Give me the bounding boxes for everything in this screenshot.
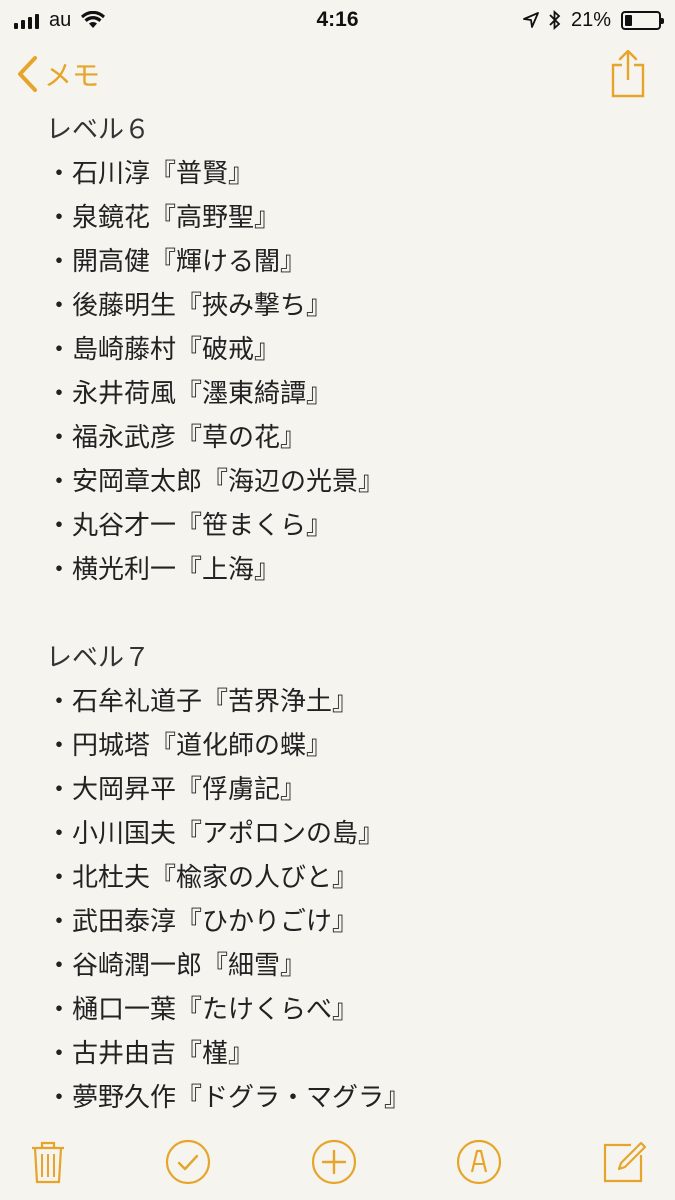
wifi-icon bbox=[81, 11, 106, 28]
list-item: ・後藤明生『挾み撃ち』 bbox=[46, 291, 333, 321]
list-item: ・泉鏡花『高野聖』 bbox=[46, 203, 281, 233]
carrier-label: au bbox=[49, 8, 72, 31]
checklist-button[interactable] bbox=[165, 1139, 211, 1185]
list-item: ・開高健『輝ける闇』 bbox=[46, 247, 307, 277]
checklist-icon bbox=[166, 1139, 211, 1185]
list-item: ・谷崎潤一郎『細雪』 bbox=[46, 951, 307, 981]
list-item: ・丸谷才一『笹まくら』 bbox=[46, 511, 333, 541]
section-heading: レベル７ bbox=[46, 643, 151, 673]
delete-button[interactable] bbox=[30, 1140, 66, 1184]
compose-button[interactable] bbox=[601, 1139, 647, 1185]
status-left: au bbox=[14, 8, 106, 32]
navigation-bar: メモ bbox=[0, 44, 675, 104]
list-item: ・夢野久作『ドグラ・マグラ』 bbox=[46, 1083, 411, 1113]
list-item: ・小川国夫『アポロンの島』 bbox=[46, 819, 385, 849]
compose-icon bbox=[603, 1141, 647, 1183]
battery-icon bbox=[621, 10, 664, 30]
list-item: ・安岡章太郎『海辺の光景』 bbox=[46, 467, 385, 497]
status-right: 21% bbox=[523, 8, 664, 32]
markup-icon bbox=[456, 1139, 501, 1185]
bottom-toolbar bbox=[0, 1132, 675, 1192]
location-arrow-icon bbox=[523, 12, 539, 28]
trash-icon bbox=[32, 1141, 64, 1184]
list-item: ・樋口一葉『たけくらべ』 bbox=[46, 995, 359, 1025]
list-item: ・福永武彦『草の花』 bbox=[46, 423, 307, 453]
section-heading: レベル６ bbox=[46, 115, 151, 145]
list-item: ・大岡昇平『俘虜記』 bbox=[46, 775, 307, 805]
share-icon bbox=[611, 49, 645, 98]
list-item: ・円城塔『道化師の蝶』 bbox=[46, 731, 333, 761]
list-item: ・石牟礼道子『苦界浄土』 bbox=[46, 687, 359, 717]
share-button[interactable] bbox=[611, 48, 645, 102]
signal-icon bbox=[14, 11, 39, 29]
battery-percent: 21% bbox=[570, 8, 611, 31]
markup-button[interactable] bbox=[456, 1139, 502, 1185]
back-button[interactable]: メモ bbox=[16, 54, 100, 94]
list-item: ・横光利一『上海』 bbox=[46, 555, 281, 585]
status-bar: au 4:16 21% bbox=[0, 0, 675, 40]
chevron-left-icon bbox=[18, 56, 37, 92]
battery-level bbox=[625, 14, 632, 26]
list-item: ・古井由吉『槿』 bbox=[46, 1039, 255, 1069]
list-item: ・島崎藤村『破戒』 bbox=[46, 335, 281, 365]
list-item: ・北杜夫『楡家の人びと』 bbox=[46, 863, 359, 893]
add-button[interactable] bbox=[311, 1139, 357, 1185]
bluetooth-icon bbox=[549, 10, 561, 30]
list-item: ・武田泰淳『ひかりごけ』 bbox=[46, 907, 359, 937]
add-icon bbox=[311, 1139, 356, 1185]
list-item: ・永井荷風『濹東綺譚』 bbox=[46, 379, 333, 409]
list-item: ・石川淳『普賢』 bbox=[46, 159, 255, 189]
back-label: メモ bbox=[44, 59, 101, 92]
note-body[interactable]: レベル６ ・石川淳『普賢』 ・泉鏡花『高野聖』 ・開高健『輝ける闇』 ・後藤明生『挾み撃… bbox=[46, 108, 655, 1120]
